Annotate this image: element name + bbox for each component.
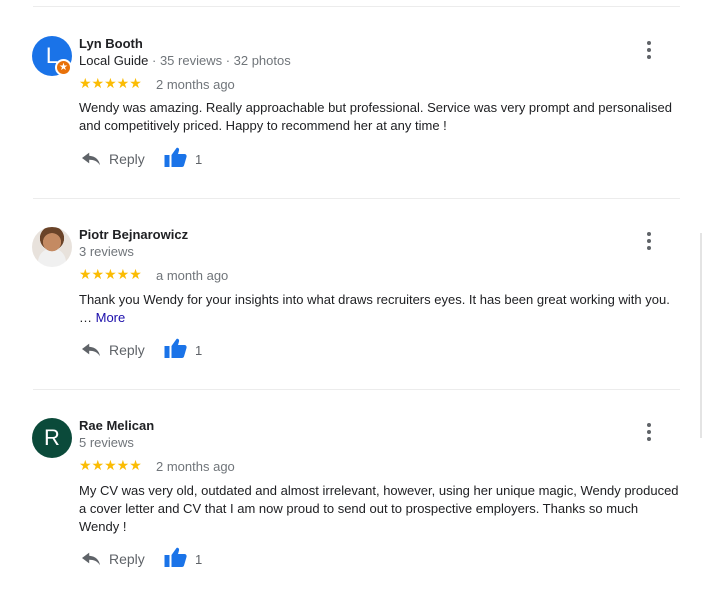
thumbs-up-icon[interactable] <box>163 146 188 168</box>
review-divider <box>33 198 680 199</box>
reply-button[interactable]: Reply <box>109 151 145 167</box>
local-guide-star-icon: ★ <box>55 59 72 76</box>
reviewer-name[interactable]: Rae Melican <box>79 418 154 433</box>
avatar-letter: R <box>44 425 60 450</box>
more-vert-icon[interactable] <box>641 40 657 60</box>
like-count: 1 <box>195 152 203 167</box>
avatar[interactable] <box>32 227 72 267</box>
reviewer-stats: 5 reviews <box>79 435 134 450</box>
star-rating: ★★★★★ <box>79 457 142 473</box>
star-rating: ★★★★★ <box>79 266 142 282</box>
reviewer-name[interactable]: Piotr Bejnarowicz <box>79 227 188 242</box>
star-rating: ★★★★★ <box>79 75 142 91</box>
review-time: a month ago <box>156 268 229 283</box>
review-divider <box>33 389 680 390</box>
thumbs-up-icon[interactable] <box>163 546 188 568</box>
review-time: 2 months ago <box>156 77 235 92</box>
reply-arrow-icon[interactable] <box>80 340 102 358</box>
reply-button[interactable]: Reply <box>109 551 145 567</box>
reviewer-meta: Local Guide · 35 reviews · 32 photos <box>79 53 291 68</box>
ellipsis: … <box>79 310 96 325</box>
top-divider <box>33 6 680 7</box>
local-guide-label: Local Guide <box>79 53 149 68</box>
more-link[interactable]: More <box>96 310 126 325</box>
review-text: Wendy was amazing. Really approachable b… <box>79 100 673 133</box>
review-time: 2 months ago <box>156 459 235 474</box>
reviewer-stats: · 35 reviews · 32 photos <box>148 53 291 68</box>
more-vert-icon[interactable] <box>641 422 657 442</box>
reply-button[interactable]: Reply <box>109 342 145 358</box>
reply-arrow-icon[interactable] <box>80 549 102 567</box>
more-vert-icon[interactable] <box>641 231 657 251</box>
review-text: Thank you Wendy for your insights into w… <box>79 291 689 327</box>
like-count: 1 <box>195 552 203 567</box>
reply-arrow-icon[interactable] <box>80 149 102 167</box>
thumbs-up-icon[interactable] <box>163 337 188 359</box>
avatar[interactable]: R <box>32 418 72 458</box>
like-count: 1 <box>195 343 203 358</box>
reviewer-stats: 3 reviews <box>79 244 134 259</box>
reviewer-name[interactable]: Lyn Booth <box>79 36 143 51</box>
review-text-body: Thank you Wendy for your insights into w… <box>79 292 670 307</box>
review-text: My CV was very old, outdated and almost … <box>79 483 679 534</box>
